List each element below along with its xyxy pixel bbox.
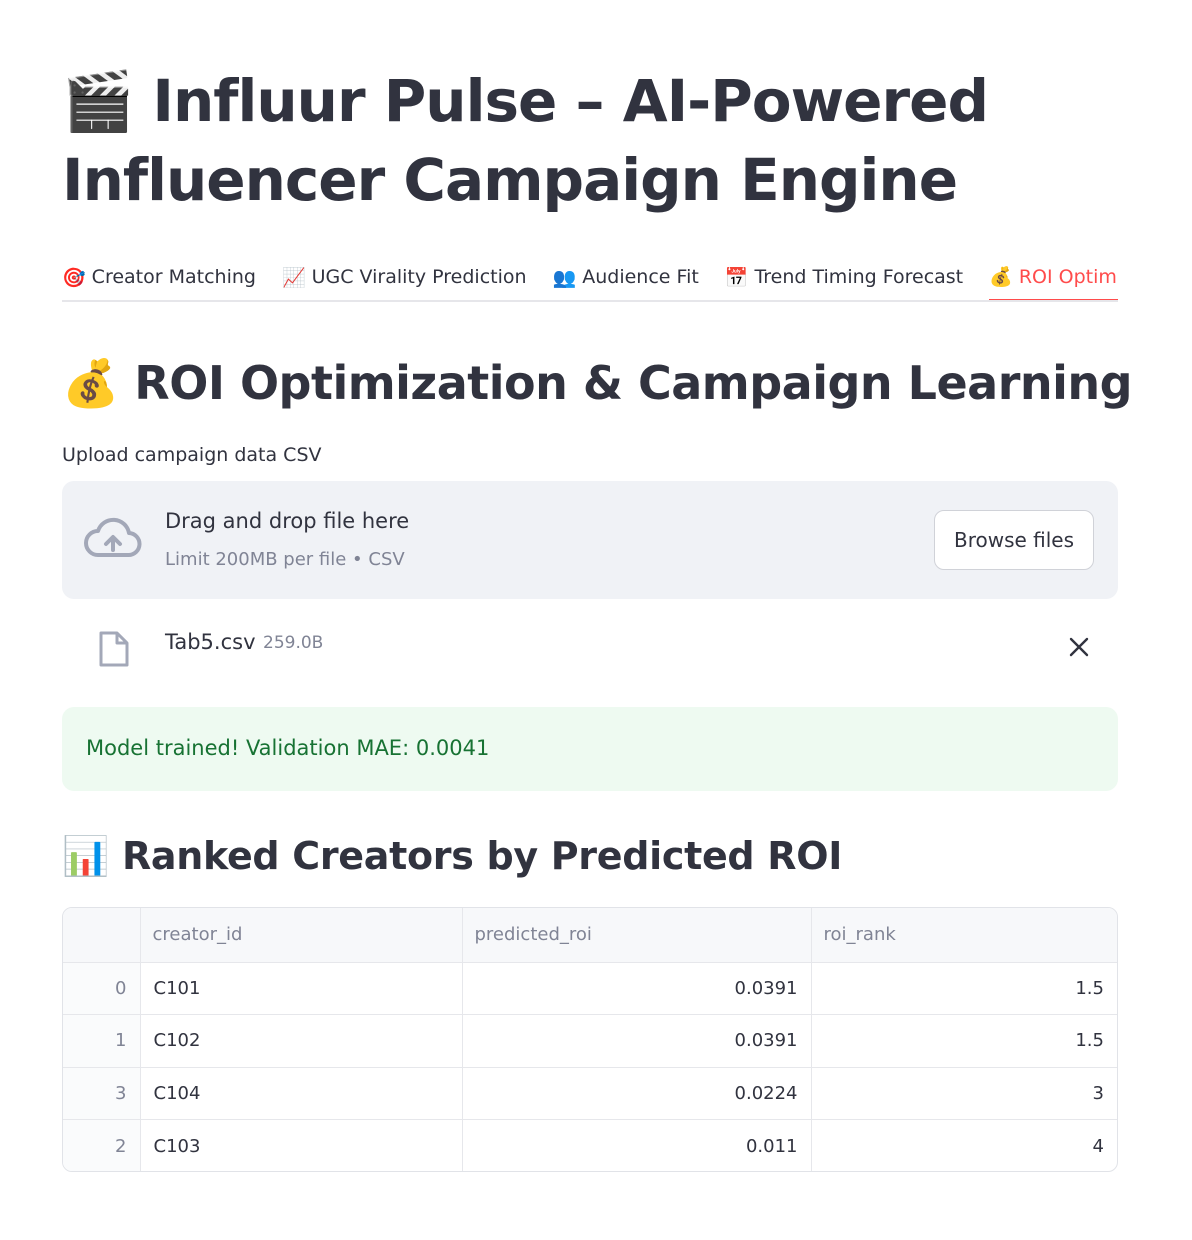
file-dropzone[interactable]: Drag and drop file here Limit 200MB per … bbox=[62, 481, 1118, 599]
tab-creator-matching[interactable]: 🎯 Creator Matching bbox=[62, 254, 256, 300]
tab-audience-fit[interactable]: 👥 Audience Fit bbox=[553, 254, 699, 300]
ranked-heading: 📊 Ranked Creators by Predicted ROI bbox=[62, 834, 843, 878]
tab-ugc-virality-prediction[interactable]: 📈 UGC Virality Prediction bbox=[282, 254, 527, 300]
row-index: 3 bbox=[63, 1067, 141, 1120]
tab-label: ROI Optimization bbox=[1018, 265, 1118, 288]
row-index: 0 bbox=[63, 962, 141, 1015]
dropzone-subtitle: Limit 200MB per file • CSV bbox=[165, 549, 405, 570]
tab-trend-timing-forecast[interactable]: 📅 Trend Timing Forecast bbox=[725, 254, 963, 300]
tab-roi-optimization[interactable]: 💰 ROI Optimization bbox=[989, 254, 1118, 300]
close-icon[interactable] bbox=[1066, 634, 1092, 660]
file-size: 259.0B bbox=[263, 633, 324, 653]
cell-predicted-roi[interactable]: 0.0224 bbox=[462, 1067, 812, 1120]
tab-label: UGC Virality Prediction bbox=[311, 266, 527, 288]
file-name: Tab5.csv bbox=[165, 630, 256, 654]
cell-roi-rank[interactable]: 1.5 bbox=[811, 1014, 1117, 1068]
tab-label: Audience Fit bbox=[582, 266, 699, 288]
table-row: 2 C103 0.011 4 bbox=[63, 1119, 1117, 1172]
file-icon bbox=[99, 631, 129, 667]
row-index: 2 bbox=[63, 1119, 141, 1171]
column-header-roi-rank[interactable]: roi_rank bbox=[811, 908, 1117, 963]
success-alert: Model trained! Validation MAE: 0.0041 bbox=[62, 707, 1118, 791]
cell-creator-id[interactable]: C102 bbox=[140, 1014, 463, 1068]
tab-label: Trend Timing Forecast bbox=[754, 266, 964, 288]
uploader-label: Upload campaign data CSV bbox=[62, 444, 322, 466]
row-index: 1 bbox=[63, 1014, 141, 1068]
calendar-icon: 📅 bbox=[724, 266, 749, 289]
tab-label: Creator Matching bbox=[91, 266, 256, 288]
column-header-predicted-roi[interactable]: predicted_roi bbox=[462, 908, 812, 963]
page-title: 🎬 Influur Pulse – AI-Powered Influencer … bbox=[62, 67, 989, 214]
cell-creator-id[interactable]: C104 bbox=[140, 1067, 463, 1120]
money-bag-icon: 💰 bbox=[989, 266, 1013, 288]
section-heading: 💰 ROI Optimization & Campaign Learning bbox=[62, 356, 1133, 410]
ranked-creators-table[interactable]: creator_id predicted_roi roi_rank 0 C101… bbox=[62, 907, 1118, 1172]
success-message: Model trained! Validation MAE: 0.0041 bbox=[86, 736, 490, 760]
table-row: 1 C102 0.0391 1.5 bbox=[63, 1014, 1117, 1068]
cell-predicted-roi[interactable]: 0.0391 bbox=[462, 962, 812, 1015]
chart-increasing-icon: 📈 bbox=[281, 266, 306, 289]
cell-roi-rank[interactable]: 4 bbox=[811, 1120, 1117, 1172]
people-icon: 👥 bbox=[552, 266, 577, 289]
target-icon: 🎯 bbox=[62, 266, 86, 289]
dropzone-title: Drag and drop file here bbox=[165, 509, 410, 533]
cloud-upload-icon bbox=[84, 517, 142, 557]
uploaded-file-row: Tab5.csv 259.0B bbox=[62, 618, 1118, 678]
table-header-row: creator_id predicted_roi roi_rank bbox=[63, 908, 1117, 963]
cell-roi-rank[interactable]: 3 bbox=[811, 1067, 1117, 1120]
table-row: 3 C104 0.0224 3 bbox=[63, 1067, 1117, 1120]
browse-files-button[interactable]: Browse files bbox=[934, 510, 1094, 570]
cell-creator-id[interactable]: C101 bbox=[140, 962, 463, 1015]
cell-roi-rank[interactable]: 1.5 bbox=[811, 962, 1117, 1015]
cell-predicted-roi[interactable]: 0.011 bbox=[462, 1119, 812, 1171]
column-header-creator-id[interactable]: creator_id bbox=[140, 908, 463, 963]
table-row: 0 C101 0.0391 1.5 bbox=[63, 962, 1117, 1015]
column-header-index[interactable] bbox=[63, 908, 141, 963]
tab-bar: 🎯 Creator Matching 📈 UGC Virality Predic… bbox=[62, 254, 1118, 302]
cell-creator-id[interactable]: C103 bbox=[140, 1119, 463, 1171]
cell-predicted-roi[interactable]: 0.0391 bbox=[462, 1014, 812, 1068]
